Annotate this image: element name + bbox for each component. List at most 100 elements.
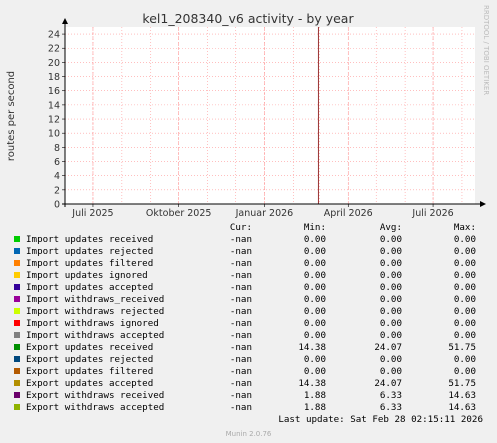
y-tick-label: 10 (48, 129, 60, 140)
legend-label: Export updates filtered (26, 366, 154, 377)
legend-row: Import withdraws rejected -nan 0.00 0.00 0.0… (0, 306, 497, 318)
legend-max-value: 0.00 (453, 366, 476, 377)
x-tick-label: Juli 2025 (71, 208, 113, 219)
legend-row: Import updates ignored -nan 0.00 0.00 0.00 (0, 270, 497, 282)
legend-swatch (14, 260, 20, 266)
munin-version: Munin 2.0.76 (225, 430, 272, 438)
legend-row: Export updates filtered -nan 0.00 0.00 0.00 (0, 366, 497, 378)
legend-min-value: 14.38 (298, 378, 326, 389)
legend-swatch (14, 296, 20, 302)
legend-avg-value: 0.00 (379, 282, 402, 293)
legend-header-avg: Avg: (379, 222, 402, 233)
x-axis-arrow (480, 201, 486, 207)
x-tick-label: Oktober 2025 (146, 208, 212, 219)
legend-avg-value: 0.00 (379, 318, 402, 329)
legend-avg-value: 0.00 (379, 330, 402, 341)
legend-row: Import updates filtered -nan 0.00 0.00 0.00 (0, 258, 497, 270)
legend-max-value: 0.00 (453, 294, 476, 305)
legend-row: Import updates accepted -nan 0.00 0.00 0.00 (0, 282, 497, 294)
legend-max-value: 0.00 (453, 246, 476, 257)
legend-max-value: 14.63 (448, 390, 476, 401)
legend-header-cur: Cur: (229, 222, 252, 233)
legend-cur-value: -nan (229, 270, 252, 281)
legend-max-value: 0.00 (453, 258, 476, 269)
legend-row: Export updates received -nan 14.38 24.07 51.… (0, 342, 497, 354)
chart-title: kel1_208340_v6 activity - by year (142, 11, 354, 26)
legend-swatch (14, 344, 20, 350)
y-tick-label: 18 (48, 72, 60, 83)
legend-swatch (14, 236, 20, 242)
legend-cur-value: -nan (229, 402, 252, 413)
y-tick-label: 4 (54, 171, 60, 182)
legend-label: Import updates accepted (26, 282, 154, 293)
legend-avg-value: 0.00 (379, 294, 402, 305)
legend-cur-value: -nan (229, 294, 252, 305)
legend-avg-value: 0.00 (379, 366, 402, 377)
y-tick-label: 24 (48, 30, 60, 41)
y-tick-label: 20 (48, 58, 60, 69)
legend-min-value: 0.00 (303, 294, 326, 305)
legend-header: Cur: Min: Avg: Max: (0, 222, 497, 234)
legend-swatch (14, 332, 20, 338)
legend-swatch (14, 368, 20, 374)
legend-min-value: 0.00 (303, 330, 326, 341)
legend-avg-value: 24.07 (374, 378, 402, 389)
legend-cur-value: -nan (229, 318, 252, 329)
legend-label: Export withdraws accepted (26, 402, 165, 413)
legend-label: Import updates rejected (26, 246, 154, 257)
legend-row: Export updates accepted -nan 14.38 24.07 51.… (0, 378, 497, 390)
legend-label: Import updates ignored (26, 270, 148, 281)
legend-swatch (14, 272, 20, 278)
legend-cur-value: -nan (229, 342, 252, 353)
plot-area (65, 27, 475, 204)
legend-cur-value: -nan (229, 366, 252, 377)
legend-max-value: 0.00 (453, 270, 476, 281)
legend-avg-value: 0.00 (379, 306, 402, 317)
legend-row: Import withdraws ignored -nan 0.00 0.00 0.00 (0, 318, 497, 330)
legend-avg-value: 0.00 (379, 234, 402, 245)
legend-avg-value: 0.00 (379, 270, 402, 281)
y-axis-arrow (62, 18, 68, 24)
y-tick-label: 0 (54, 200, 60, 211)
legend-label: Export updates rejected (26, 354, 154, 365)
legend-avg-value: 0.00 (379, 258, 402, 269)
legend-row: Import withdraws_received -nan 0.00 0.00 0.0… (0, 294, 497, 306)
legend-cur-value: -nan (229, 354, 252, 365)
legend-cur-value: -nan (229, 258, 252, 269)
y-axis-label: routes per second (6, 71, 17, 161)
legend-min-value: 0.00 (303, 258, 326, 269)
legend-cur-value: -nan (229, 330, 252, 341)
legend-swatch (14, 404, 20, 410)
legend-min-value: 0.00 (303, 306, 326, 317)
legend-cur-value: -nan (229, 234, 252, 245)
legend-avg-value: 6.33 (379, 402, 402, 413)
legend-max-value: 51.75 (448, 378, 476, 389)
legend-swatch (14, 308, 20, 314)
y-tick-label: 12 (48, 115, 60, 126)
legend-max-value: 0.00 (453, 318, 476, 329)
legend-row: Import updates received -nan 0.00 0.00 0.00 (0, 234, 497, 246)
legend-min-value: 0.00 (303, 246, 326, 257)
legend-max-value: 51.75 (448, 342, 476, 353)
legend-min-value: 0.00 (303, 318, 326, 329)
legend-min-value: 0.00 (303, 270, 326, 281)
legend-min-value: 1.88 (303, 390, 326, 401)
legend-swatch (14, 284, 20, 290)
legend-min-value: 0.00 (303, 354, 326, 365)
legend-label: Export withdraws received (26, 390, 165, 401)
legend-max-value: 0.00 (453, 330, 476, 341)
legend-swatch (14, 320, 20, 326)
y-tick-label: 8 (54, 143, 60, 154)
legend-label: Export updates received (26, 342, 154, 353)
legend-cur-value: -nan (229, 282, 252, 293)
rrdtool-watermark: RRDTOOL / TOBI OETIKER (482, 5, 490, 95)
x-tick-label: Januar 2026 (235, 208, 294, 219)
legend-swatch (14, 356, 20, 362)
legend-row: Import withdraws accepted -nan 0.00 0.00 0.0… (0, 330, 497, 342)
legend-max-value: 14.63 (448, 402, 476, 413)
legend-row: Import updates rejected -nan 0.00 0.00 0.00 (0, 246, 497, 258)
legend-label: Import updates filtered (26, 258, 154, 269)
legend-min-value: 1.88 (303, 402, 326, 413)
legend-swatch (14, 248, 20, 254)
legend-cur-value: -nan (229, 306, 252, 317)
